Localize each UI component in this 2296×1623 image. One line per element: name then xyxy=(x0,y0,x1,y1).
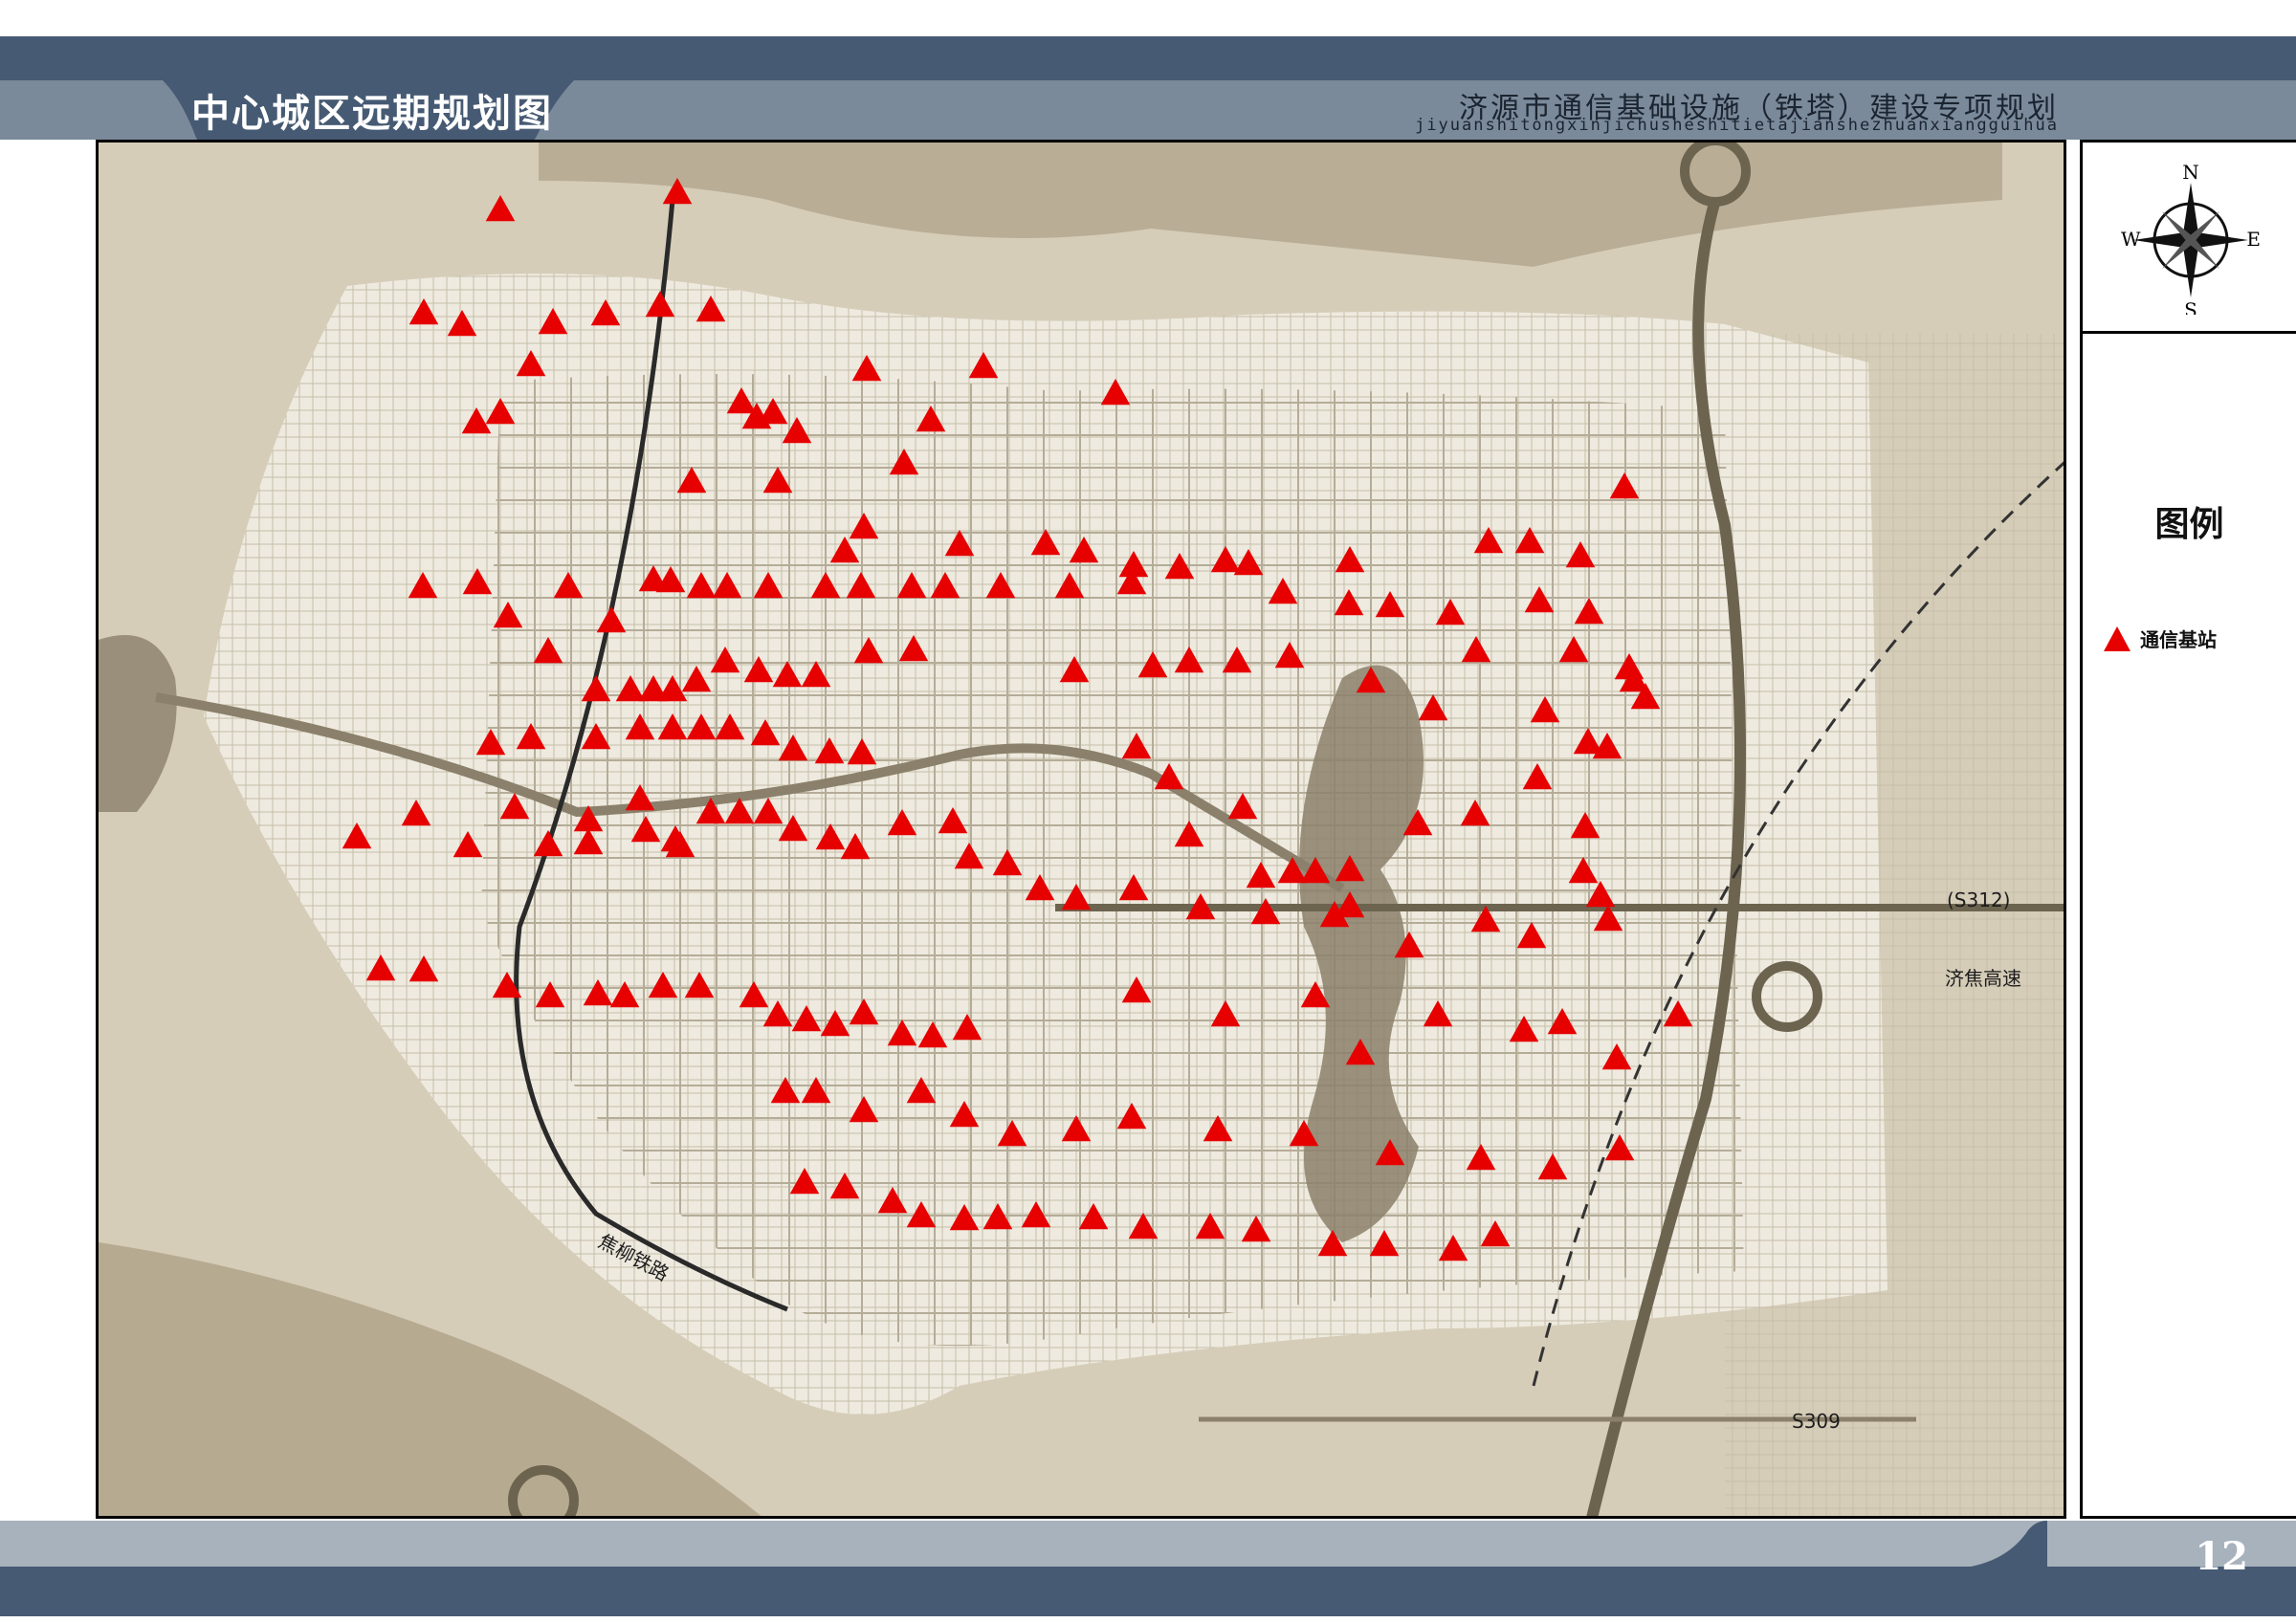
legend-item-base-station: 通信基站 xyxy=(2104,625,2217,652)
footer-notch xyxy=(1971,1521,2047,1567)
header-band-dark xyxy=(0,36,2296,80)
map-canvas xyxy=(99,143,2064,1516)
compass-icon: N S E W xyxy=(2121,162,2261,315)
farmland-east xyxy=(1725,334,2064,1516)
project-title-pinyin: jiyuanshitongxinjichusheshitietajianshez… xyxy=(1415,116,2059,135)
compass-w: W xyxy=(2121,228,2141,251)
compass-e: E xyxy=(2246,228,2261,251)
footer-band-dark xyxy=(0,1567,2296,1616)
page-number: 12 xyxy=(2195,1534,2248,1579)
road-label-s312: (S312) xyxy=(1947,888,2011,911)
red-triangle-icon xyxy=(2104,625,2130,651)
compass-n: N xyxy=(2182,162,2199,184)
road-label-s309: S309 xyxy=(1792,1410,1841,1433)
compass-rose: N S E W xyxy=(2083,143,2296,334)
page-title: 中心城区远期规划图 xyxy=(191,91,553,136)
legend-label: 通信基站 xyxy=(2140,628,2217,651)
legend-title: 图例 xyxy=(2154,505,2224,544)
compass-s: S xyxy=(2184,298,2197,315)
footer-band-light xyxy=(0,1521,2296,1567)
road-label-jijiao: 济焦高速 xyxy=(1945,967,2021,990)
city-map[interactable]: (S312) 济焦高速 S309 焦柳铁路 xyxy=(96,140,2066,1519)
legend-panel: N S E W 图例 通信基站 xyxy=(2080,140,2296,1519)
